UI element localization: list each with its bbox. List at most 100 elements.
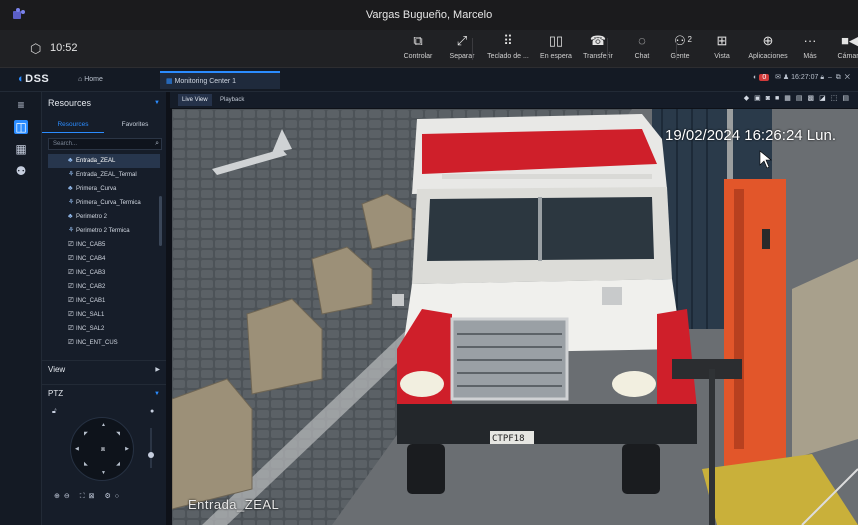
live-video-feed[interactable]: CTPF18 19/02/2024 16:26:24 Lun. Entrada_… [172, 109, 858, 525]
focus-near-icon[interactable]: ⛶ [80, 493, 89, 500]
panel-tabs: Resources Favorites [42, 117, 166, 133]
user-icon[interactable]: ♟ [783, 74, 789, 81]
ptz-up-left-arrow[interactable]: ◤ [84, 431, 88, 437]
tree-scrollbar[interactable] [159, 196, 162, 246]
ptz-down-arrow[interactable]: ▼ [101, 470, 106, 476]
resource-search-input[interactable]: Search... ⌕ [48, 138, 162, 150]
tree-item[interactable]: ⎚ INC_CAB5 [48, 238, 160, 252]
search-placeholder: Search... [53, 141, 78, 147]
layout-icon[interactable]: ▦ [14, 142, 28, 156]
ptz-speed-knob[interactable] [148, 452, 154, 458]
quad-layout-icon[interactable]: ▦ [784, 95, 796, 102]
meeting-clock: 10:52 [50, 42, 78, 54]
resources-panel: Resources ▼ Resources Favorites Search..… [42, 92, 166, 525]
nine-layout-icon[interactable]: ▤ [796, 95, 808, 102]
toolbar-button-label: Teclado de ... [487, 53, 529, 60]
toolbar-button-label: Controlar [403, 53, 433, 60]
tree-item[interactable]: ⎚ INC_CAB4 [48, 252, 160, 266]
tree-item[interactable]: ⚘ Entrada_ZEAL_Termal [48, 168, 160, 182]
save-icon[interactable]: ▣ [754, 95, 766, 102]
tree-item[interactable]: ♣ Primera_Curva [48, 182, 160, 196]
en-espera-button[interactable]: ▯▯ En espera [532, 33, 580, 65]
custom-layout-icon[interactable]: ▩ [808, 95, 820, 102]
ptz-down-right-arrow[interactable]: ◢ [116, 461, 120, 467]
barrier-post [724, 179, 786, 469]
tree-item[interactable]: ⎚ INC_SAL2 [48, 322, 160, 336]
panel-title: Resources [48, 98, 92, 108]
zoom-out-icon[interactable]: ⊖ [64, 493, 74, 500]
tree-item-label: Primera_Curva [76, 186, 117, 192]
ptz-direction-pad[interactable]: ▲ ▼ ◀ ▶ ◤ ◥ ◣ ◢ ⧈ [70, 417, 134, 481]
teclado-de-button[interactable]: ⠿ Teclado de ... [484, 33, 532, 65]
ptz-center-icon[interactable]: ⧈ [97, 444, 109, 456]
fullscreen-icon[interactable]: ⬚ [831, 95, 843, 102]
dss-logo: ◐DSS [18, 73, 50, 85]
alarm-icon[interactable]: ◐ [753, 74, 757, 81]
tab-favorites[interactable]: Favorites [104, 117, 166, 133]
tree-item[interactable]: ⎚ INC_ENT_CUS [48, 336, 160, 350]
tree-item[interactable]: ♣ Perimetro 2 [48, 210, 160, 224]
controlar-button[interactable]: ⧉ Controlar [394, 33, 442, 65]
tree-item[interactable]: ♣ Entrada_ZEAL [48, 154, 160, 168]
live-view-icon[interactable]: ◫ [14, 120, 28, 134]
camera-camera-icon: ⎚ [68, 269, 74, 276]
toolbar-button-label: Separar [449, 53, 475, 60]
minimize-button[interactable]: – [828, 74, 832, 81]
tree-item[interactable]: ⎚ INC_CAB1 [48, 294, 160, 308]
ptz-right-arrow[interactable]: ▶ [125, 446, 129, 452]
ptz-down-left-arrow[interactable]: ◣ [84, 461, 88, 467]
ptz-camera-icon: ♣ [68, 213, 73, 220]
menu-icon[interactable]: ≡ [14, 98, 28, 112]
tab-home[interactable]: ⌂ Home [70, 72, 154, 88]
snapshot-icon[interactable]: ◙ [766, 95, 775, 102]
lock-icon[interactable]: 🔒︎ [820, 74, 824, 81]
face-search-icon[interactable]: ⚉ [14, 164, 28, 178]
transferir-button[interactable]: ☎ Transferir [574, 33, 622, 65]
settings-icon[interactable]: ⚙ [104, 493, 114, 500]
ptz-up-arrow[interactable]: ▲ [101, 422, 106, 428]
zoom-in-icon[interactable]: ⊕ [54, 493, 64, 500]
iris-icon[interactable]: ○ [115, 493, 123, 500]
tree-item[interactable]: ⚘ Perimetro 2 Termica [48, 224, 160, 238]
thermal-camera-icon: ⚘ [68, 227, 75, 234]
close-button[interactable]: ✕ [845, 74, 850, 81]
ptz-lock-icon[interactable]: 🔓︎ [52, 408, 57, 416]
tree-item-label: INC_CAB2 [76, 284, 106, 290]
ptz-speed-slider[interactable] [148, 428, 154, 468]
camera-camera-icon: ⎚ [68, 297, 74, 304]
search-icon[interactable]: ⌕ [155, 139, 159, 149]
cámara-button[interactable]: ■◀ Cámara [826, 33, 858, 65]
plate-text: CTPF18 [492, 434, 525, 444]
alarm-count-badge[interactable]: 0 [759, 74, 770, 81]
ptz-up-right-arrow[interactable]: ◥ [116, 431, 120, 437]
vista-button[interactable]: ⊞ Vista [698, 33, 746, 65]
collapse-caret-icon[interactable]: ▼ [154, 100, 160, 106]
gente-button[interactable]: ⚇ 2 Gente [656, 33, 704, 65]
section-view-label: View [48, 365, 66, 374]
single-layout-icon[interactable]: ■ [775, 95, 784, 102]
tree-item[interactable]: ⎚ INC_CAB2 [48, 280, 160, 294]
viewer-menu-icon[interactable]: ▤ [842, 95, 854, 102]
section-view[interactable]: View ▶ [42, 360, 166, 378]
message-icon[interactable]: ✉ [775, 74, 781, 81]
tab-monitoring-center[interactable]: ▦ Monitoring Center 1 [160, 71, 280, 89]
tree-item[interactable]: ⎚ INC_SAL1 [48, 308, 160, 322]
alarm-bell-icon[interactable]: ◆ [744, 95, 754, 102]
tree-item[interactable]: ⎚ INC_CAB3 [48, 266, 160, 280]
tab-playback[interactable]: Playback [216, 94, 248, 106]
tab-live-view[interactable]: Live View [178, 94, 212, 106]
tab-resources[interactable]: Resources [42, 117, 104, 133]
toolbar-separator [472, 38, 473, 60]
edit-layout-icon[interactable]: ◪ [819, 95, 831, 102]
ptz-left-arrow[interactable]: ◀ [75, 446, 79, 452]
section-ptz[interactable]: PTZ ▼ [42, 384, 166, 402]
toolbar-button-label: En espera [540, 53, 572, 60]
aplicaciones-button[interactable]: ⊕ Aplicaciones [744, 33, 792, 65]
focus-far-icon[interactable]: ⊠ [89, 493, 99, 500]
tree-item[interactable]: ⚘ Primera_Curva_Termica [48, 196, 160, 210]
toolbar-button-label: Aplicaciones [748, 53, 788, 60]
viewer-toolbar: ◆▣◙■▦▤▩◪⬚▤ [744, 94, 854, 102]
separar-button[interactable]: ⤢ Separar [438, 33, 486, 65]
restore-button[interactable]: ⧉ [836, 74, 841, 81]
ptz-mic-icon[interactable]: ● [150, 408, 154, 415]
